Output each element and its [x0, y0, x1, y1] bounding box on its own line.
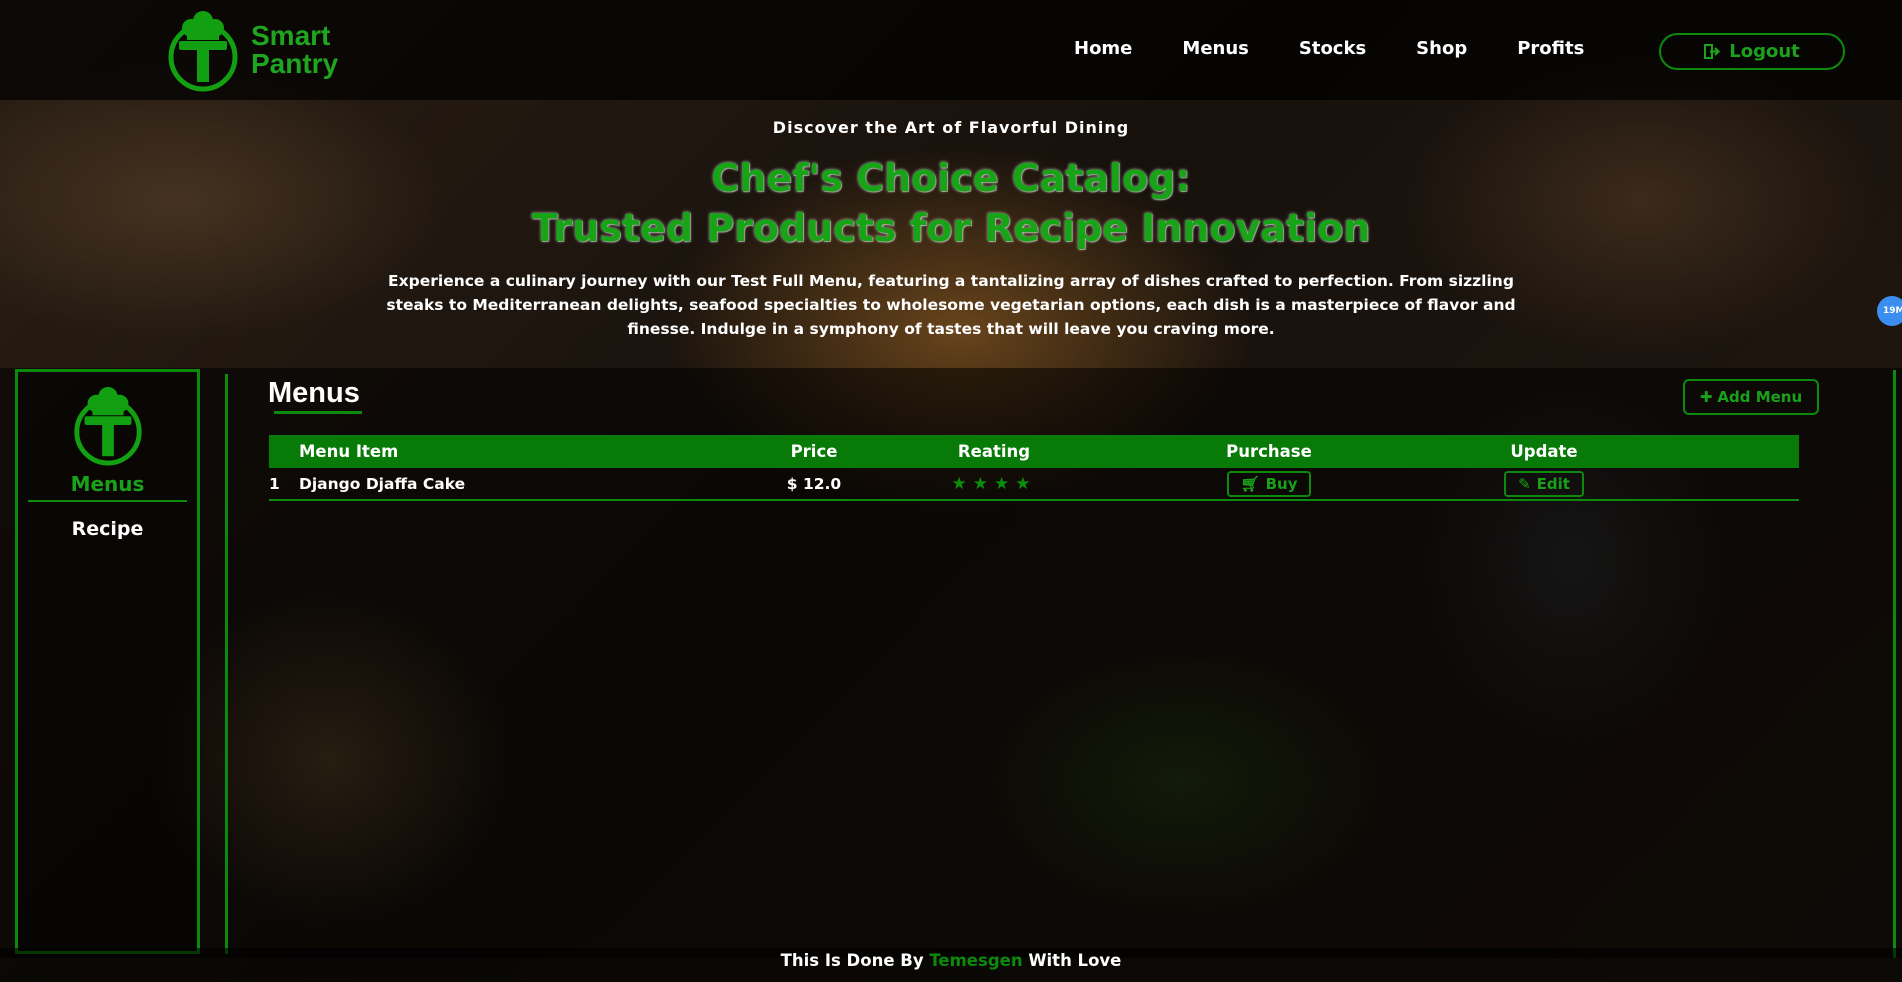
row-update: ✎ Edit: [1429, 468, 1659, 500]
hero-title: Chef's Choice Catalog: Trusted Products …: [0, 153, 1902, 253]
hero-description: Experience a culinary journey with our T…: [386, 272, 1516, 338]
row-price: $ 12.0: [786, 474, 842, 493]
nav-stocks[interactable]: Stocks: [1299, 38, 1366, 59]
brand-logo[interactable]: Smart Pantry: [165, 8, 338, 92]
chef-hat-logo-icon: [168, 11, 238, 92]
hero-title-line2: Trusted Products for Recipe Innovation: [531, 206, 1371, 250]
star-rating: ★★★★: [951, 473, 1037, 494]
table-header-row: Menu Item Price Reating Purchase Update: [269, 435, 1799, 468]
table-row: 1 Django Djaffa Cake $ 12.0 ★★★★ 🛒︎ Buy …: [269, 468, 1799, 500]
edit-label: Edit: [1536, 474, 1570, 493]
row-index: 1: [269, 474, 280, 493]
menus-table: Menu Item Price Reating Purchase Update …: [269, 435, 1799, 501]
header-menu-item: Menu Item: [299, 442, 399, 461]
row-menu-item: Django Djaffa Cake: [299, 474, 466, 493]
footer-suffix: With Love: [1028, 951, 1122, 970]
sidebar: Menus Recipe: [15, 369, 200, 954]
hero-tagline: Discover the Art of Flavorful Dining: [772, 118, 1130, 137]
footer-author[interactable]: Temesgen: [929, 951, 1022, 970]
buy-label: Buy: [1265, 474, 1298, 493]
buy-button[interactable]: 🛒︎ Buy: [1226, 470, 1312, 497]
add-menu-button[interactable]: ✚ Add Menu: [1683, 379, 1819, 415]
footer: This Is Done By Temesgen With Love: [0, 948, 1902, 982]
content-divider: [225, 374, 228, 954]
header-spacer: [1659, 435, 1799, 468]
nav-profits[interactable]: Profits: [1517, 38, 1584, 59]
sidebar-logo: [18, 384, 197, 466]
logout-label: Logout: [1729, 41, 1800, 62]
hero-section: Discover the Art of Flavorful Dining Che…: [0, 118, 1902, 341]
brand-name-line1: Smart: [251, 20, 331, 51]
logout-button[interactable]: Logout: [1659, 33, 1845, 70]
header-rating: Reating: [957, 442, 1031, 461]
cart-icon: 🛒︎: [1240, 474, 1260, 493]
sidebar-item-recipe[interactable]: Recipe: [18, 518, 197, 540]
main-nav: Home Menus Stocks Shop Profits: [1074, 38, 1634, 59]
logout-icon: [1704, 44, 1721, 59]
plus-icon: ✚: [1699, 388, 1713, 406]
nav-home[interactable]: Home: [1074, 38, 1132, 59]
top-navbar: Smart Pantry Home Menus Stocks Shop Prof…: [0, 0, 1902, 100]
row-spacer: [1659, 468, 1799, 500]
brand-name-line2: Pantry: [251, 48, 339, 79]
brand-name: Smart Pantry: [251, 22, 338, 78]
footer-prefix: This Is Done By: [780, 951, 924, 970]
edit-button[interactable]: ✎ Edit: [1504, 470, 1584, 497]
edit-icon: ✎: [1518, 474, 1531, 493]
page-title: Menus: [268, 377, 360, 409]
page-title-underline: [274, 411, 362, 414]
hero-title-line1: Chef's Choice Catalog:: [711, 156, 1191, 200]
content-right-border: [1893, 370, 1896, 958]
add-menu-label: Add Menu: [1717, 388, 1803, 406]
row-purchase: 🛒︎ Buy: [1109, 468, 1429, 500]
nav-menus[interactable]: Menus: [1182, 38, 1248, 59]
chef-hat-logo-icon: [73, 386, 142, 466]
header-update: Update: [1510, 442, 1578, 461]
sidebar-item-menus[interactable]: Menus: [28, 472, 187, 502]
header-index: [269, 435, 299, 468]
header-price: Price: [790, 442, 838, 461]
notification-badge[interactable]: 19M: [1877, 296, 1902, 326]
header-purchase: Purchase: [1226, 442, 1312, 461]
row-rating: ★★★★: [879, 468, 1109, 500]
nav-shop[interactable]: Shop: [1416, 38, 1467, 59]
